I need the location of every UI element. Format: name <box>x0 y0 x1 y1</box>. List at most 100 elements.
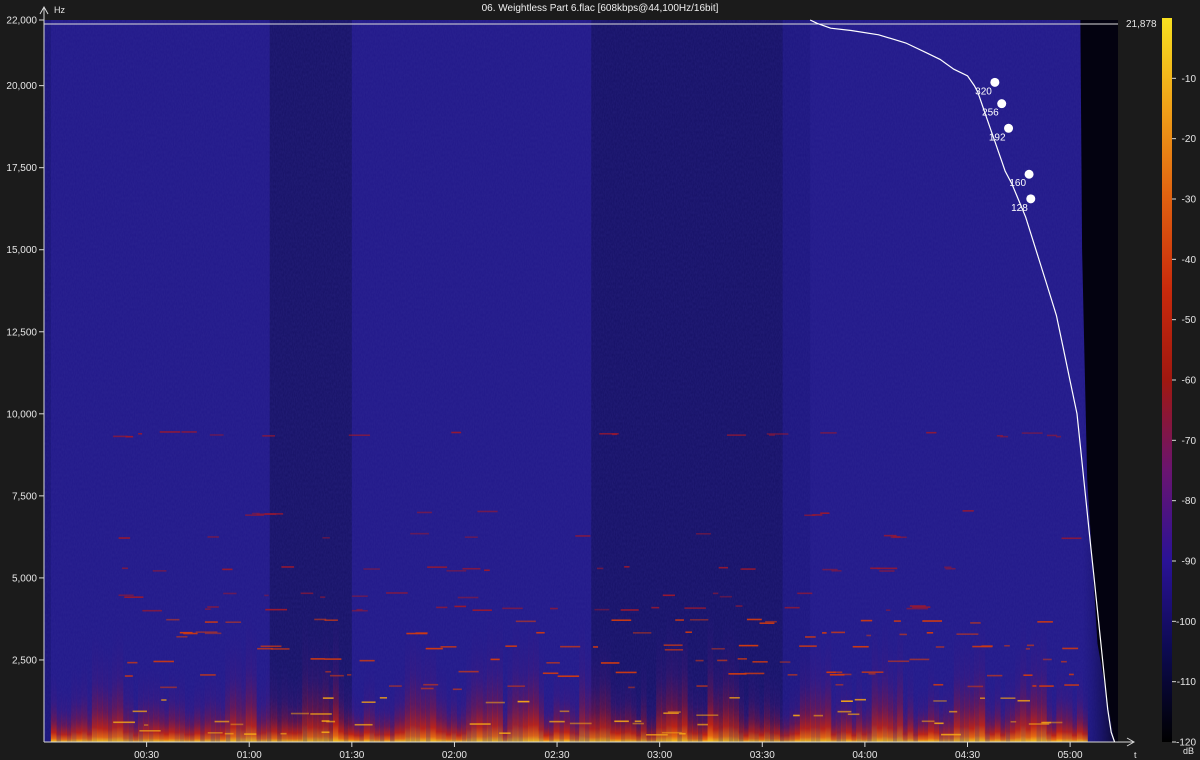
energy-column <box>784 650 791 742</box>
harmonic-dash <box>1021 432 1043 434</box>
harmonic-dash <box>831 631 845 634</box>
energy-column <box>204 604 211 742</box>
harmonic-dash <box>176 635 188 638</box>
energy-column <box>820 554 827 742</box>
harmonic-dash <box>325 670 332 673</box>
harmonic-dash <box>351 609 368 612</box>
energy-column <box>184 637 190 742</box>
energy-column <box>451 603 457 742</box>
y-tick-label: 2,500 <box>12 655 37 666</box>
harmonic-dash <box>423 683 439 686</box>
harmonic-dash <box>793 714 800 717</box>
harmonic-dash <box>484 569 490 572</box>
harmonic-dash <box>941 733 961 736</box>
energy-column <box>404 534 411 742</box>
harmonic-dash <box>560 645 581 648</box>
x-tick-label: 02:00 <box>442 750 467 760</box>
energy-column <box>666 499 673 742</box>
energy-column <box>599 526 606 742</box>
harmonic-dash <box>1042 658 1052 661</box>
harmonic-dash <box>310 713 332 715</box>
harmonic-dash <box>142 609 162 612</box>
harmonic-dash <box>868 673 876 675</box>
harmonic-dash <box>225 621 242 624</box>
harmonic-dash <box>593 646 599 648</box>
bitrate-marker-label: 320 <box>975 86 992 97</box>
harmonic-dash <box>664 649 684 651</box>
harmonic-dash <box>207 732 223 734</box>
harmonic-dash <box>741 568 756 570</box>
colorbar-tick-label: -20 <box>1182 134 1197 145</box>
energy-column <box>779 650 786 742</box>
energy-column <box>635 647 642 742</box>
harmonic-dash <box>926 632 934 634</box>
x-axis-label: t <box>1134 750 1137 760</box>
harmonic-dash <box>124 596 144 598</box>
energy-column <box>81 585 88 742</box>
harmonic-dash <box>728 673 747 675</box>
harmonic-dash <box>695 659 704 662</box>
energy-column <box>964 521 970 742</box>
harmonic-dash <box>1025 648 1030 650</box>
harmonic-dash <box>260 645 282 648</box>
energy-column <box>394 610 401 742</box>
harmonic-dash <box>329 674 344 677</box>
energy-column <box>763 586 770 742</box>
energy-column <box>512 494 519 742</box>
harmonic-dash <box>204 621 218 623</box>
harmonic-dash <box>718 566 728 569</box>
x-tick-label: 04:30 <box>955 750 980 760</box>
harmonic-dash <box>245 514 264 516</box>
colorbar-tick-label: -10 <box>1182 74 1197 85</box>
energy-column <box>697 612 704 742</box>
y-tick-label: 15,000 <box>6 245 37 256</box>
energy-column <box>579 496 586 742</box>
harmonic-dash <box>906 607 928 610</box>
harmonic-dash <box>569 722 592 725</box>
energy-column <box>681 495 688 742</box>
harmonic-dash <box>505 645 517 647</box>
energy-column <box>117 520 124 742</box>
harmonic-dash <box>1055 435 1062 438</box>
harmonic-dash <box>410 532 429 535</box>
harmonic-dash <box>831 570 842 572</box>
energy-column <box>1056 592 1063 742</box>
energy-column <box>707 492 714 742</box>
energy-column <box>517 509 524 742</box>
harmonic-dash <box>195 631 218 633</box>
energy-column <box>892 557 898 742</box>
energy-column <box>1061 595 1068 742</box>
harmonic-dash <box>737 658 747 660</box>
harmonic-dash <box>477 510 498 513</box>
harmonic-dash <box>113 721 135 724</box>
harmonic-dash <box>557 675 580 678</box>
energy-column <box>758 642 765 742</box>
harmonic-dash <box>893 536 901 538</box>
harmonic-dash <box>826 671 836 674</box>
harmonic-dash <box>166 618 180 621</box>
energy-column <box>917 630 924 742</box>
energy-column <box>307 536 314 742</box>
harmonic-dash <box>322 537 330 539</box>
colorbar-tick-label: -110 <box>1177 677 1197 688</box>
energy-column <box>240 556 247 742</box>
harmonic-dash <box>852 645 869 648</box>
harmonic-dash <box>420 687 434 690</box>
harmonic-dash <box>634 720 642 723</box>
harmonic-dash <box>264 594 269 597</box>
energy-column <box>1076 595 1083 742</box>
energy-column <box>1015 558 1022 742</box>
harmonic-dash <box>922 620 943 622</box>
bitrate-marker-label: 160 <box>1009 178 1026 189</box>
energy-column <box>348 630 355 742</box>
y-tick-label: 10,000 <box>6 409 37 420</box>
energy-column <box>492 515 498 742</box>
harmonic-dash <box>321 731 330 734</box>
energy-column <box>256 619 262 742</box>
harmonic-dash <box>1039 685 1054 687</box>
y-axis-label: Hz <box>54 5 65 15</box>
harmonic-dash <box>765 620 777 623</box>
harmonic-dash <box>546 662 560 664</box>
harmonic-dash <box>646 734 668 736</box>
harmonic-dash <box>752 661 768 663</box>
